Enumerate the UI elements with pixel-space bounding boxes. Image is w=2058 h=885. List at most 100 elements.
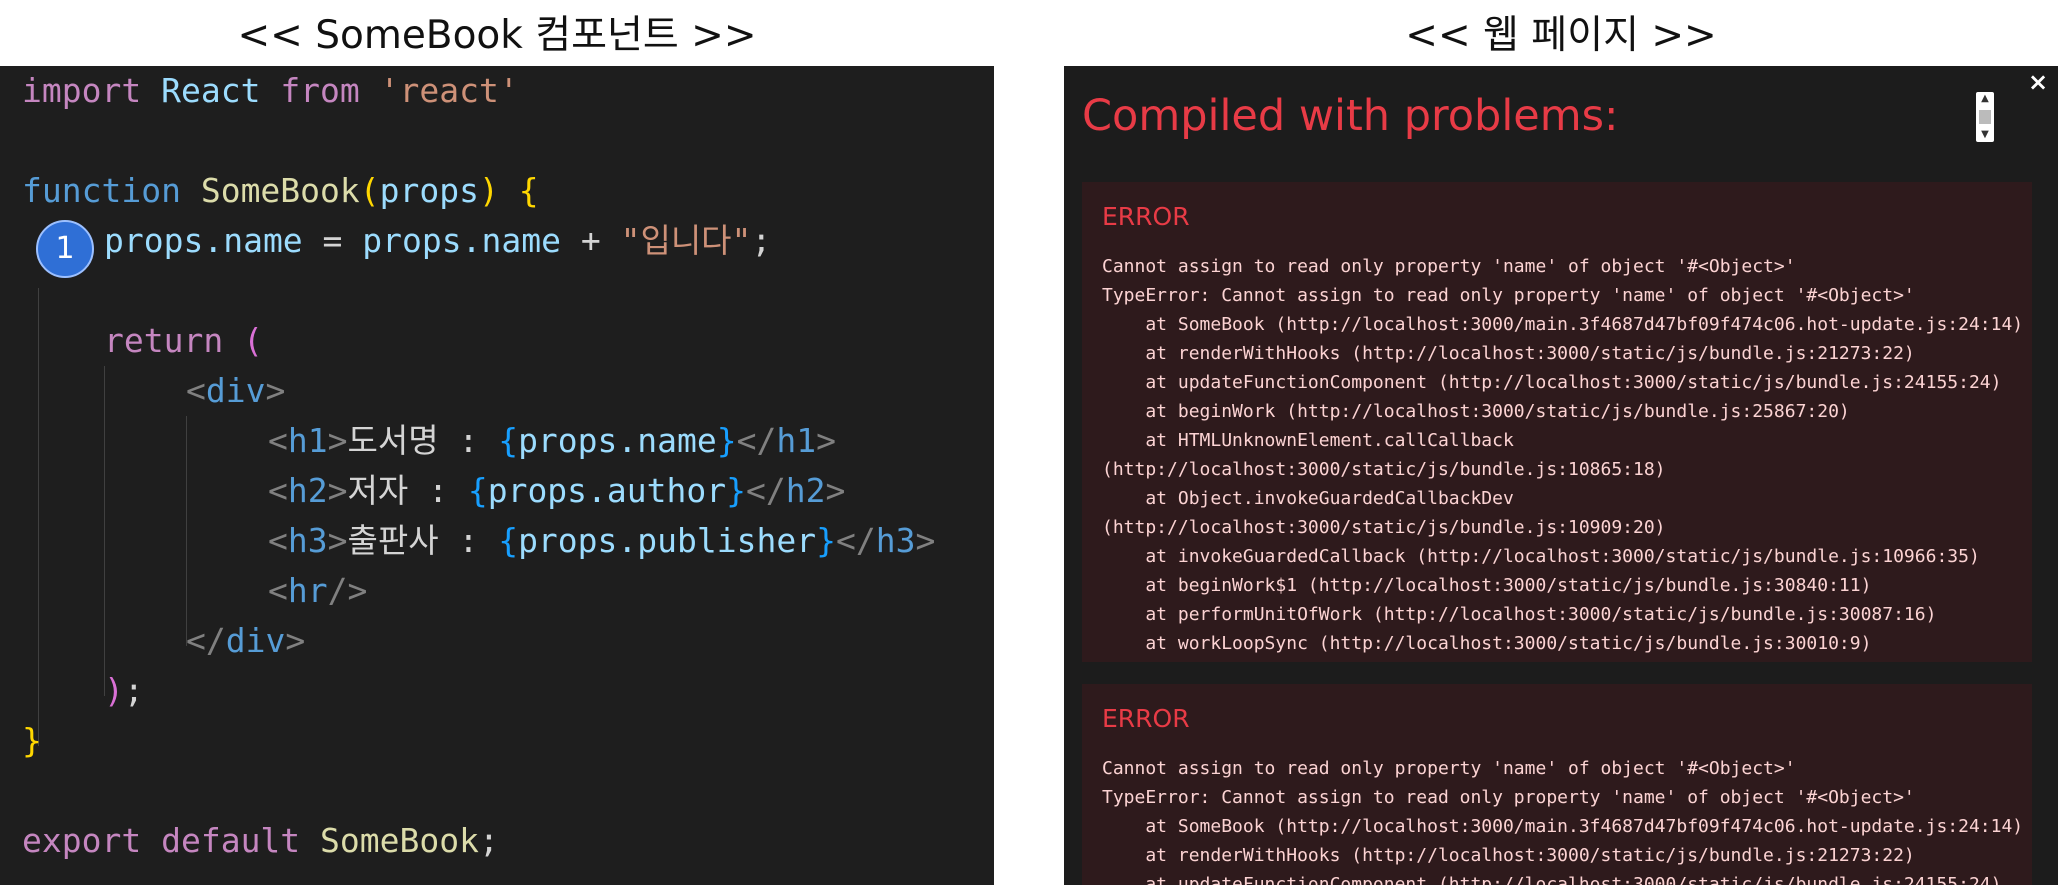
tag-bracket: < [268, 521, 288, 560]
error-line: at HTMLUnknownElement.callCallback [1102, 430, 1514, 451]
tag-h1: h1 [287, 421, 328, 460]
h2-label: 저자 : [347, 471, 468, 510]
step-marker-badge: 1 [36, 220, 94, 278]
brace-close: } [22, 721, 42, 760]
export-somebook: SomeBook [320, 821, 479, 860]
curly-close: } [726, 471, 746, 510]
tag-h1: h1 [776, 421, 817, 460]
scroll-down-icon[interactable]: ▼ [1976, 129, 1994, 141]
error-line: at beginWork (http://localhost:3000/stat… [1102, 401, 1850, 422]
string-suffix: "입니다" [620, 221, 752, 260]
tag-bracket: /> [327, 571, 368, 610]
caption-somebook-component: << SomeBook 컴포넌트 >> [237, 13, 757, 58]
tag-bracket: > [825, 471, 846, 510]
tag-bracket: </ [186, 621, 226, 660]
error-line: TypeError: Cannot assign to read only pr… [1102, 285, 1915, 306]
overlay-title: Compiled with problems: [1082, 91, 1619, 141]
tag-h2: h2 [287, 471, 328, 510]
semicolon: ; [123, 671, 144, 710]
tag-div: div [225, 621, 286, 660]
h3-label: 출판사 : [347, 521, 499, 560]
props-publisher: props.publisher [518, 521, 817, 560]
semicolon: ; [479, 821, 499, 860]
tag-bracket: < [268, 471, 288, 510]
error-overlay[interactable]: × Compiled with problems: ▲ ▼ ERROR Cann… [1064, 66, 2058, 885]
error-line: at invokeGuardedCallback (http://localho… [1102, 546, 1980, 567]
error-block: ERROR Cannot assign to read only propert… [1082, 182, 2032, 662]
paren-open: ( [359, 171, 380, 210]
identifier-react: React [161, 71, 261, 110]
error-line: TypeError: Cannot assign to read only pr… [1102, 787, 1915, 808]
code-line-export: export default SomeBook; [22, 816, 499, 866]
error-line: (http://localhost:3000/static/js/bundle.… [1102, 459, 1666, 480]
keyword-default: default [161, 821, 301, 860]
code-line-hr: <hr/> [268, 566, 367, 616]
code-line-return: return ( [104, 316, 263, 366]
tag-bracket: </ [736, 421, 777, 460]
plus-operator: + [560, 221, 621, 260]
error-line: at SomeBook (http://localhost:3000/main.… [1102, 816, 2024, 837]
code-line-div-open: <div> [186, 366, 285, 416]
error-line: Cannot assign to read only property 'nam… [1102, 256, 1796, 277]
return-paren-open: ( [243, 321, 263, 360]
error-line: at beginWork$1 (http://localhost:3000/st… [1102, 575, 1872, 596]
scrollbar[interactable]: ▲ ▼ [1976, 92, 1994, 142]
keyword-export: export [22, 821, 142, 860]
code-line-h3: <h3>출판사 : {props.publisher}</h3> [268, 516, 935, 566]
tag-div: div [205, 371, 266, 410]
scrollbar-thumb[interactable] [1979, 110, 1991, 124]
indent-guide [38, 288, 39, 746]
curly-open: { [467, 471, 488, 510]
error-stack-trace: Cannot assign to read only property 'nam… [1102, 754, 2023, 885]
error-line: at performUnitOfWork (http://localhost:3… [1102, 604, 1937, 625]
keyword-import: import [22, 71, 142, 110]
code-line-function-close: } [22, 716, 42, 766]
tag-bracket: > [265, 371, 286, 410]
curly-open: { [498, 421, 519, 460]
param-props: props [379, 171, 479, 210]
close-overlay-button[interactable]: × [2024, 68, 2052, 96]
tag-bracket: > [915, 521, 936, 560]
error-title: ERROR [1102, 202, 1190, 231]
error-line: at updateFunctionComponent (http://local… [1102, 874, 2002, 885]
semicolon: ; [751, 221, 772, 260]
tag-bracket: </ [746, 471, 786, 510]
tag-bracket: > [327, 471, 348, 510]
keyword-from: from [280, 71, 360, 110]
code-editor[interactable]: import React from 'react' function SomeB… [0, 66, 994, 885]
code-line-h2: <h2>저자 : {props.author}</h2> [268, 466, 845, 516]
tag-bracket: < [186, 371, 206, 410]
props-name-rhs: props.name [362, 221, 561, 260]
props-name: props.name [518, 421, 717, 460]
tag-bracket: > [327, 421, 348, 460]
error-line: (http://localhost:3000/static/js/bundle.… [1102, 517, 1666, 538]
error-stack-trace: Cannot assign to read only property 'nam… [1102, 252, 2023, 658]
error-line: at renderWithHooks (http://localhost:300… [1102, 845, 1915, 866]
return-paren-close: ) [104, 671, 124, 710]
tag-bracket: > [285, 621, 306, 660]
error-title: ERROR [1102, 704, 1190, 733]
string-react: 'react' [379, 71, 519, 110]
paren-close: ) [479, 171, 499, 210]
keyword-return: return [104, 321, 224, 360]
code-line-function: function SomeBook(props) { [22, 166, 539, 216]
tag-bracket: > [816, 421, 836, 460]
code-line-div-close: </div> [186, 616, 305, 666]
error-line: Cannot assign to read only property 'nam… [1102, 758, 1796, 779]
props-author: props.author [487, 471, 727, 510]
function-name-somebook: SomeBook [200, 171, 360, 210]
curly-close: } [816, 521, 836, 560]
tag-h3: h3 [287, 521, 328, 560]
indent-guide [186, 416, 187, 646]
error-line: at SomeBook (http://localhost:3000/main.… [1102, 314, 2024, 335]
curly-open: { [498, 521, 519, 560]
code-line-assign: props.name = props.name + "입니다"; [104, 216, 771, 266]
code-line-import: import React from 'react' [22, 66, 519, 116]
scroll-up-icon[interactable]: ▲ [1976, 93, 1994, 105]
tag-bracket: < [268, 421, 288, 460]
error-line: at updateFunctionComponent (http://local… [1102, 372, 2002, 393]
tag-bracket: </ [835, 521, 876, 560]
h1-label: 도서명 : [347, 421, 499, 460]
props-name-lhs: props.name [104, 221, 303, 260]
error-line: at Object.invokeGuardedCallbackDev [1102, 488, 1514, 509]
